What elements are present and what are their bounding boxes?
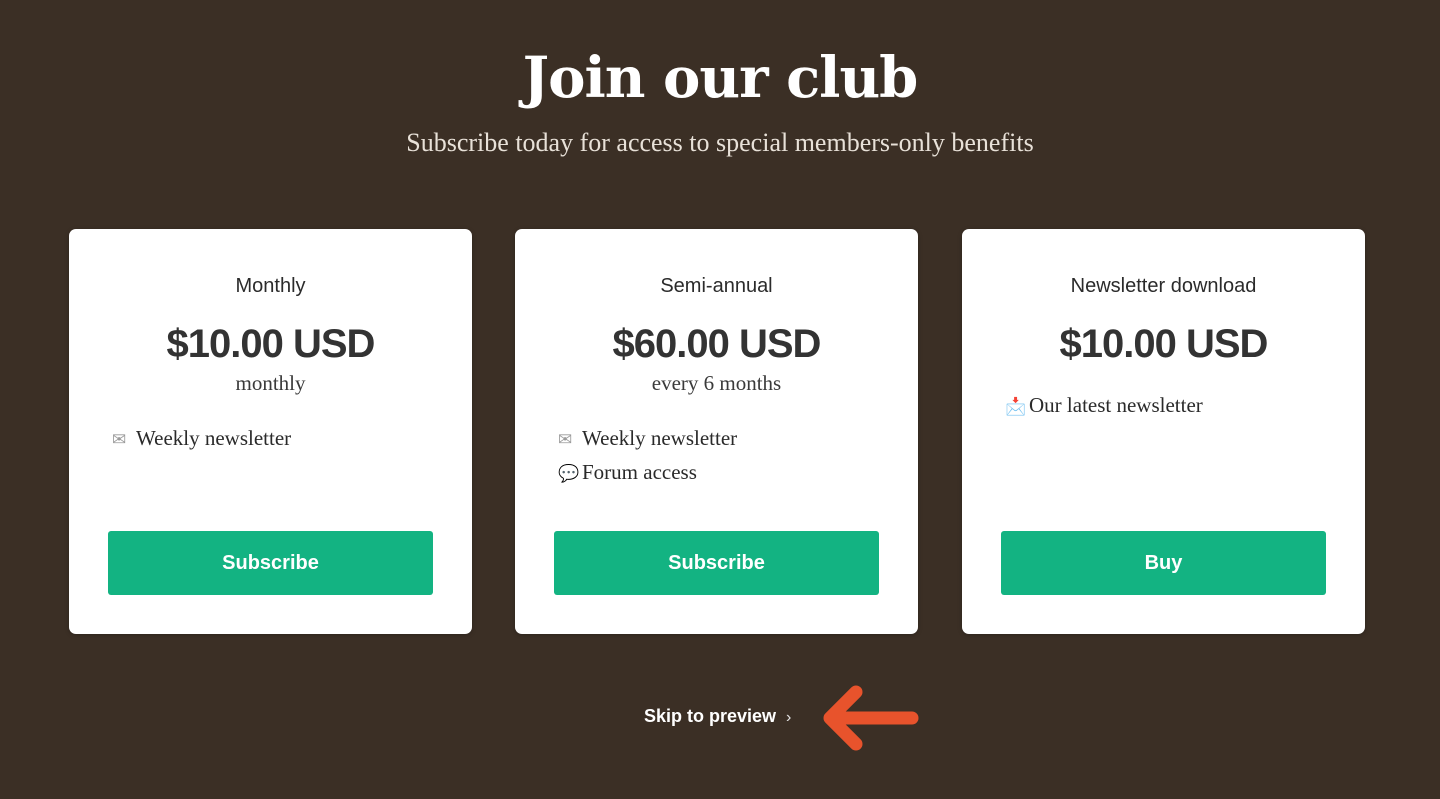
benefit-label: Our latest newsletter	[1029, 393, 1203, 417]
speech-bubble-icon: 💬	[558, 464, 580, 483]
page-subtitle: Subscribe today for access to special me…	[406, 128, 1034, 157]
plan-price: $60.00 USD	[612, 322, 822, 366]
benefit-label: Weekly newsletter	[582, 426, 738, 450]
benefit-list: ✉ Weekly newsletter	[112, 422, 291, 456]
benefit-item: ✉ Weekly newsletter	[112, 422, 291, 456]
benefit-label: Weekly newsletter	[136, 426, 292, 450]
benefit-label: Forum access	[582, 460, 697, 484]
benefit-item: 📩 Our latest newsletter	[1005, 389, 1203, 423]
annotation-arrow-icon	[823, 685, 919, 751]
envelope-icon: ✉	[558, 430, 573, 449]
incoming-envelope-icon: 📩	[1005, 397, 1027, 416]
benefit-list: 📩 Our latest newsletter	[1005, 389, 1203, 423]
chevron-right-icon: ›	[786, 709, 792, 726]
plan-name: Semi-annual	[660, 275, 773, 297]
plan-card-semi-annual: Semi-annual $60.00 USD every 6 months ✉ W…	[515, 229, 918, 634]
envelope-icon: ✉	[112, 430, 127, 449]
page-title: Join our club	[522, 45, 919, 111]
benefit-item: 💬 Forum access	[558, 456, 737, 490]
plan-card-monthly: Monthly $10.00 USD monthly ✉ Weekly newsl…	[69, 229, 472, 634]
plan-name: Monthly	[235, 275, 306, 297]
benefit-list: ✉ Weekly newsletter 💬 Forum access	[558, 422, 737, 490]
plan-price: $10.00 USD	[1059, 322, 1269, 366]
benefit-item: ✉ Weekly newsletter	[558, 422, 737, 456]
plan-period: monthly	[235, 371, 306, 395]
plan-period: every 6 months	[651, 371, 782, 395]
skip-label: Skip to preview	[644, 706, 777, 726]
plan-price: $10.00 USD	[166, 322, 376, 366]
buy-newsletter-button[interactable]: Buy	[1001, 531, 1326, 595]
plan-name: Newsletter download	[1070, 275, 1257, 297]
subscribe-semi-annual-button[interactable]: Subscribe	[554, 531, 879, 595]
skip-to-preview-link[interactable]: Skip to preview ›	[644, 702, 791, 730]
plan-card-newsletter-download: Newsletter download $10.00 USD 📩 Our late…	[962, 229, 1365, 634]
subscribe-monthly-button[interactable]: Subscribe	[108, 531, 433, 595]
